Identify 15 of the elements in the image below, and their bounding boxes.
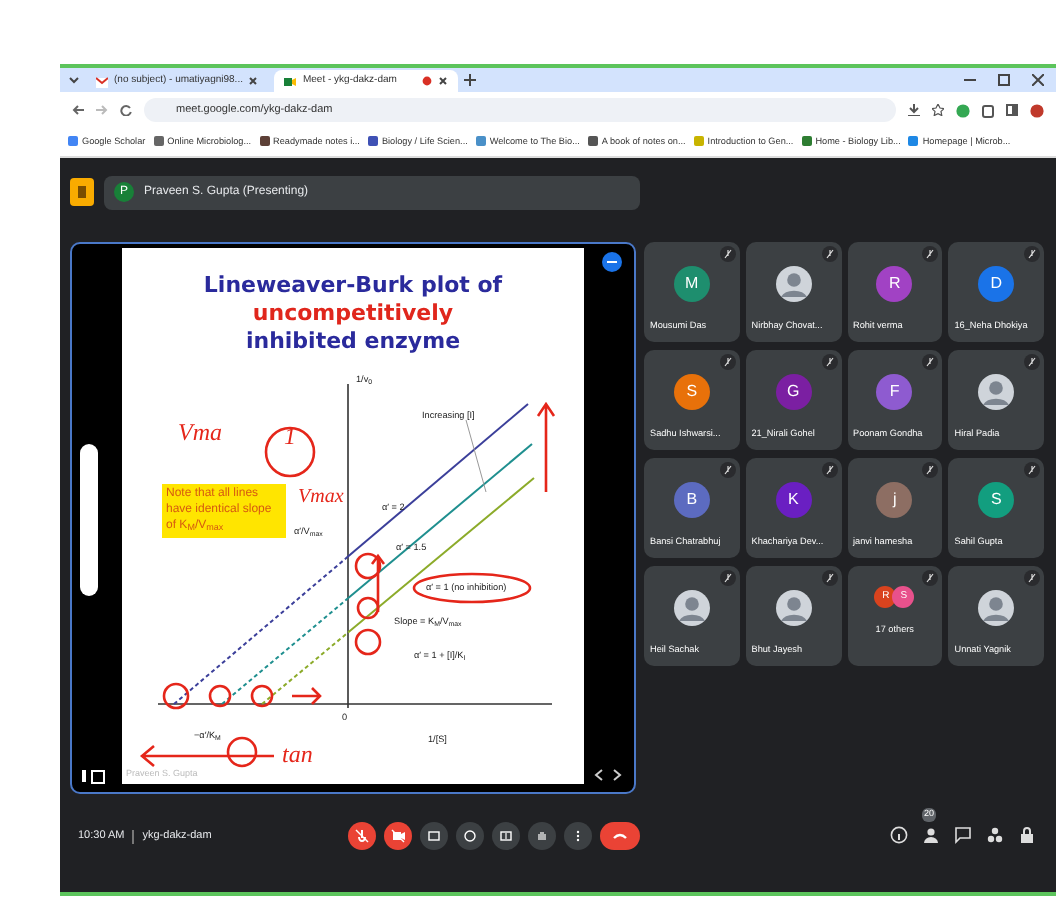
avatar-icon: M xyxy=(673,266,710,302)
handwritten-note: 1 xyxy=(284,424,296,448)
handwritten-note: tan xyxy=(282,742,313,766)
handwritten-note: Vmax xyxy=(298,488,344,508)
avatar-icon: S xyxy=(673,374,710,410)
avatar-icon: S xyxy=(978,482,1015,518)
avatar-icon: K xyxy=(775,482,812,518)
avatar-icon: F xyxy=(876,374,913,410)
avatar-icon: j xyxy=(876,482,913,518)
avatar-icon: R xyxy=(876,266,913,302)
handwritten-note: Vma xyxy=(178,420,222,444)
avatar-icon: D xyxy=(978,266,1015,302)
slide-title: Lineweaver-Burk plot of uncompetitively inhibited enzyme xyxy=(201,270,505,357)
avatar-icon: B xyxy=(673,482,710,518)
avatar-icon: G xyxy=(775,374,812,410)
